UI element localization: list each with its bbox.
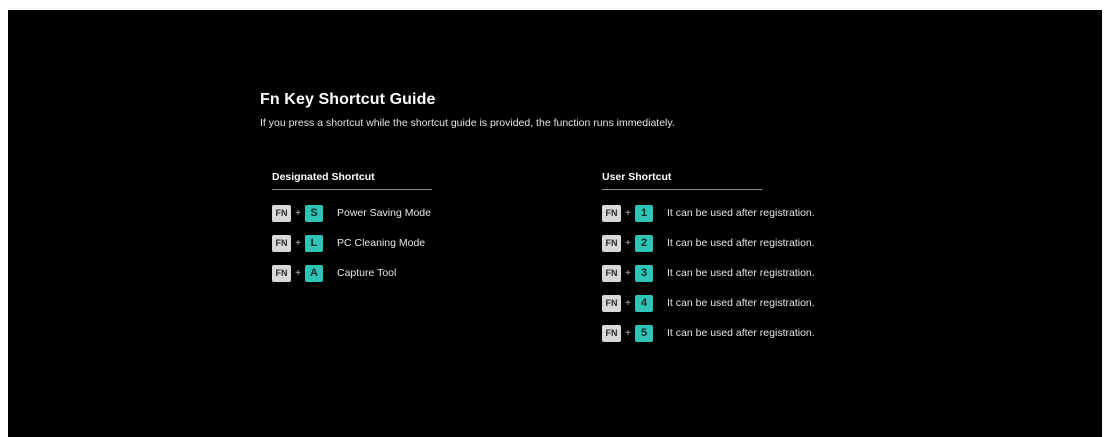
- fn-key-icon: FN: [602, 264, 621, 282]
- plus-sign: +: [295, 267, 301, 279]
- fn-key-icon: FN: [272, 234, 291, 252]
- s-key-icon: S: [305, 204, 323, 222]
- plus-sign: +: [295, 237, 301, 249]
- plus-sign: +: [625, 297, 631, 309]
- designated-shortcut-header: Designated Shortcut: [272, 171, 432, 190]
- shortcut-guide-screen: Fn Key Shortcut Guide If you press a sho…: [8, 10, 1102, 437]
- user-shortcut-row-2[interactable]: FN + 2 It can be used after registration…: [602, 233, 815, 253]
- designated-shortcut-list: FN + S Power Saving Mode FN + L PC Clean…: [272, 203, 432, 283]
- guide-title: Fn Key Shortcut Guide: [260, 91, 436, 108]
- shortcut-row-power-saving[interactable]: FN + S Power Saving Mode: [272, 203, 432, 223]
- plus-sign: +: [625, 327, 631, 339]
- l-key-icon: L: [305, 234, 323, 252]
- shortcut-row-pc-cleaning[interactable]: FN + L PC Cleaning Mode: [272, 233, 432, 253]
- shortcut-label: It can be used after registration.: [667, 237, 815, 249]
- 5-key-icon: 5: [635, 324, 653, 342]
- fn-key-icon: FN: [602, 204, 621, 222]
- user-shortcut-row-4[interactable]: FN + 4 It can be used after registration…: [602, 293, 815, 313]
- shortcut-label: It can be used after registration.: [667, 267, 815, 279]
- fn-key-icon: FN: [602, 234, 621, 252]
- 2-key-icon: 2: [635, 234, 653, 252]
- 1-key-icon: 1: [635, 204, 653, 222]
- user-shortcut-header: User Shortcut: [602, 171, 762, 190]
- 3-key-icon: 3: [635, 264, 653, 282]
- shortcut-label: It can be used after registration.: [667, 297, 815, 309]
- fn-key-icon: FN: [602, 324, 621, 342]
- plus-sign: +: [625, 237, 631, 249]
- user-shortcut-list: FN + 1 It can be used after registration…: [602, 203, 815, 343]
- fn-key-icon: FN: [602, 294, 621, 312]
- a-key-icon: A: [305, 264, 323, 282]
- user-shortcut-row-1[interactable]: FN + 1 It can be used after registration…: [602, 203, 815, 223]
- shortcut-label: Capture Tool: [337, 267, 397, 279]
- plus-sign: +: [625, 267, 631, 279]
- plus-sign: +: [625, 207, 631, 219]
- shortcut-label: It can be used after registration.: [667, 327, 815, 339]
- shortcut-label: Power Saving Mode: [337, 207, 431, 219]
- designated-shortcut-section: Designated Shortcut FN + S Power Saving …: [272, 171, 432, 293]
- fn-key-icon: FN: [272, 264, 291, 282]
- user-shortcut-row-5[interactable]: FN + 5 It can be used after registration…: [602, 323, 815, 343]
- shortcut-label: It can be used after registration.: [667, 207, 815, 219]
- user-shortcut-row-3[interactable]: FN + 3 It can be used after registration…: [602, 263, 815, 283]
- plus-sign: +: [295, 207, 301, 219]
- shortcut-row-capture-tool[interactable]: FN + A Capture Tool: [272, 263, 432, 283]
- fn-key-icon: FN: [272, 204, 291, 222]
- 4-key-icon: 4: [635, 294, 653, 312]
- user-shortcut-section: User Shortcut FN + 1 It can be used afte…: [602, 171, 815, 353]
- guide-subtitle: If you press a shortcut while the shortc…: [260, 117, 675, 129]
- shortcut-label: PC Cleaning Mode: [337, 237, 426, 249]
